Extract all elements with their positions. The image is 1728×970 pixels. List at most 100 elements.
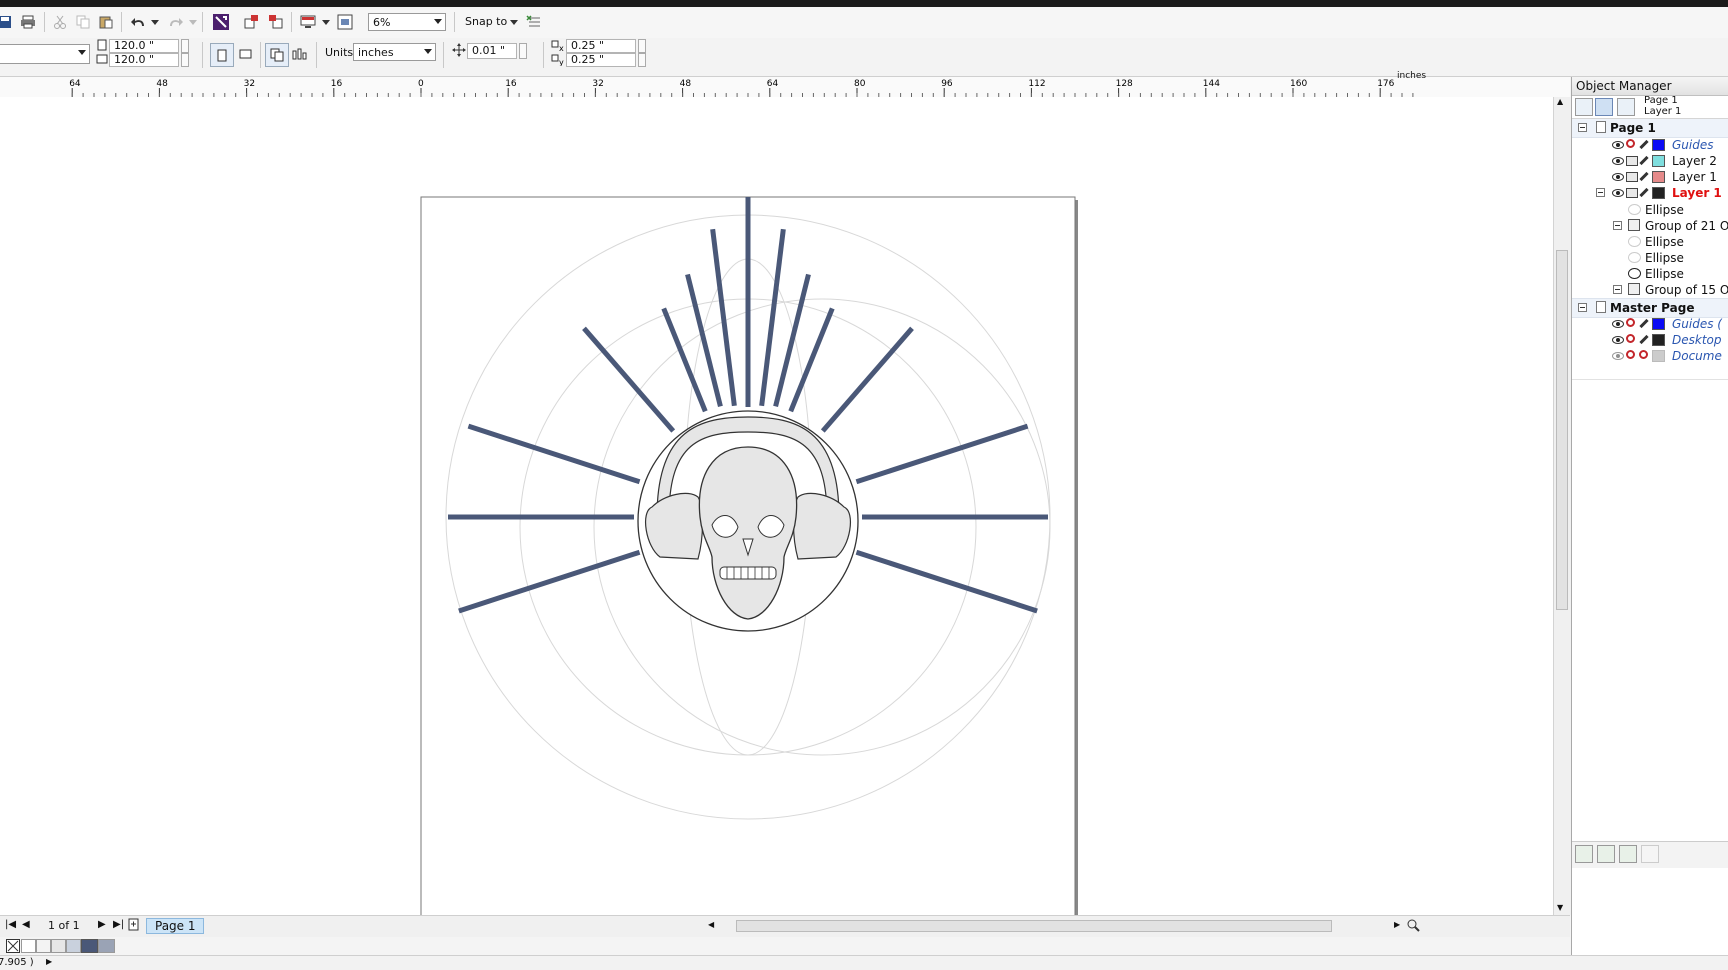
pencil-icon[interactable] bbox=[1639, 171, 1649, 182]
save-icon[interactable] bbox=[0, 11, 16, 33]
layer-color-swatch[interactable] bbox=[1652, 350, 1665, 362]
eye-icon[interactable] bbox=[1612, 336, 1624, 344]
all-pages-icon[interactable] bbox=[265, 43, 289, 67]
layer-color-swatch[interactable] bbox=[1652, 334, 1665, 346]
zoom-navigator-icon[interactable] bbox=[1406, 918, 1420, 935]
launcher-dropdown-icon[interactable] bbox=[322, 19, 330, 27]
eye-icon[interactable] bbox=[1612, 141, 1624, 149]
color-swatch-blue-gray[interactable] bbox=[66, 939, 81, 953]
layer-color-swatch[interactable] bbox=[1652, 171, 1665, 183]
collapse-toggle-icon[interactable] bbox=[1613, 285, 1622, 294]
collapse-toggle-icon[interactable] bbox=[1578, 303, 1587, 312]
paste-icon[interactable] bbox=[95, 11, 117, 33]
color-swatch-gray[interactable] bbox=[51, 939, 66, 953]
printer-icon[interactable] bbox=[1626, 156, 1638, 166]
redo-dropdown-icon[interactable] bbox=[189, 19, 197, 27]
hidden-eye-icon[interactable] bbox=[1612, 352, 1624, 360]
tree-object-group-15[interactable]: Group of 15 O bbox=[1572, 281, 1728, 299]
scroll-right-icon[interactable]: ▶ bbox=[1394, 920, 1400, 929]
undo-icon[interactable] bbox=[128, 11, 150, 33]
scroll-up-icon[interactable]: ▲ bbox=[1557, 97, 1563, 106]
collapse-toggle-icon[interactable] bbox=[1596, 188, 1605, 197]
current-page-icon[interactable] bbox=[289, 43, 311, 65]
collapse-toggle-icon[interactable] bbox=[1613, 221, 1622, 230]
no-color-swatch[interactable] bbox=[6, 939, 20, 953]
first-page-icon[interactable]: |◀ bbox=[5, 919, 16, 930]
export-icon[interactable] bbox=[265, 11, 287, 33]
print-icon[interactable] bbox=[17, 11, 39, 33]
layer-manager-view-icon[interactable] bbox=[1617, 98, 1635, 116]
vertical-scrollbar[interactable]: ▲ ▼ bbox=[1553, 97, 1571, 915]
copy-icon[interactable] bbox=[72, 11, 94, 33]
scroll-left-icon[interactable]: ◀ bbox=[708, 920, 714, 929]
no-print-icon[interactable] bbox=[1626, 334, 1635, 343]
undo-dropdown-icon[interactable] bbox=[151, 19, 159, 27]
page-height-field[interactable]: 120.0 " bbox=[109, 53, 179, 67]
horizontal-ruler[interactable]: 64 48 32 16 0 16 32 48 64 80 96 112 128 144 160 176 inc… bbox=[0, 71, 1570, 98]
layer-color-swatch[interactable] bbox=[1652, 155, 1665, 167]
pencil-icon[interactable] bbox=[1639, 318, 1649, 329]
welcome-screen-icon[interactable] bbox=[334, 11, 356, 33]
color-swatch-white[interactable] bbox=[21, 939, 36, 953]
eye-icon[interactable] bbox=[1612, 173, 1624, 181]
landscape-icon[interactable] bbox=[234, 43, 256, 65]
edit-across-layers-icon[interactable] bbox=[1595, 98, 1613, 116]
drawing-canvas[interactable] bbox=[0, 97, 1555, 915]
color-swatch-navy[interactable] bbox=[81, 939, 98, 953]
no-print-icon[interactable] bbox=[1626, 318, 1635, 327]
pencil-icon[interactable] bbox=[1639, 139, 1649, 150]
add-page-icon[interactable] bbox=[128, 918, 139, 934]
new-layer-icon[interactable] bbox=[1575, 845, 1593, 863]
page-width-spinner[interactable] bbox=[181, 39, 189, 53]
printer-icon[interactable] bbox=[1626, 172, 1638, 182]
collapse-toggle-icon[interactable] bbox=[1578, 123, 1587, 132]
page-width-field[interactable]: 120.0 " bbox=[109, 39, 179, 53]
no-print-icon[interactable] bbox=[1626, 350, 1635, 359]
search-content-icon[interactable] bbox=[210, 11, 232, 33]
options-icon[interactable] bbox=[523, 11, 545, 33]
eye-icon[interactable] bbox=[1612, 157, 1624, 165]
layer-color-swatch[interactable] bbox=[1652, 318, 1665, 330]
layer-color-swatch[interactable] bbox=[1652, 139, 1665, 151]
previous-page-icon[interactable]: ◀ bbox=[22, 919, 30, 930]
application-launcher-icon[interactable] bbox=[297, 11, 319, 33]
eye-icon[interactable] bbox=[1612, 320, 1624, 328]
new-master-layer-all-icon[interactable] bbox=[1619, 845, 1637, 863]
tab-page-1[interactable]: Page 1 bbox=[146, 918, 204, 934]
color-swatch-light-gray[interactable] bbox=[36, 939, 51, 953]
tree-layer-layer-1-active[interactable]: Layer 1 bbox=[1572, 184, 1728, 202]
horizontal-scroll-thumb[interactable] bbox=[736, 920, 1332, 932]
pencil-icon[interactable] bbox=[1639, 155, 1649, 166]
locked-icon[interactable] bbox=[1639, 350, 1648, 359]
portrait-icon[interactable] bbox=[210, 43, 234, 67]
nudge-distance-spinner[interactable] bbox=[519, 43, 527, 59]
tree-master-layer-document[interactable]: Docume bbox=[1572, 347, 1728, 365]
units-select[interactable]: inches bbox=[353, 43, 436, 61]
duplicate-y-spinner[interactable] bbox=[638, 53, 646, 67]
no-print-icon[interactable] bbox=[1626, 139, 1635, 148]
printer-icon[interactable] bbox=[1626, 188, 1638, 198]
show-object-properties-icon[interactable] bbox=[1575, 98, 1593, 116]
next-page-icon[interactable]: ▶ bbox=[98, 919, 106, 930]
snap-dropdown-icon[interactable] bbox=[510, 19, 518, 27]
nudge-distance-field[interactable]: 0.01 " bbox=[467, 43, 517, 59]
page-height-spinner[interactable] bbox=[181, 53, 189, 67]
new-master-layer-icon[interactable] bbox=[1597, 845, 1615, 863]
scroll-down-icon[interactable]: ▼ bbox=[1557, 903, 1563, 912]
snap-to-label[interactable]: Snap to bbox=[465, 15, 507, 28]
last-page-icon[interactable]: ▶| bbox=[113, 919, 124, 930]
delete-icon[interactable] bbox=[1641, 845, 1659, 863]
vertical-scroll-thumb[interactable] bbox=[1556, 250, 1568, 610]
color-swatch-slate[interactable] bbox=[98, 939, 115, 953]
pencil-icon[interactable] bbox=[1639, 187, 1649, 198]
eye-icon[interactable] bbox=[1612, 189, 1624, 197]
layer-color-swatch[interactable] bbox=[1652, 187, 1665, 199]
pencil-icon[interactable] bbox=[1639, 334, 1649, 345]
duplicate-x-spinner[interactable] bbox=[638, 39, 646, 53]
import-icon[interactable] bbox=[241, 11, 263, 33]
duplicate-y-field[interactable]: 0.25 " bbox=[566, 53, 636, 67]
paper-type-select[interactable] bbox=[0, 44, 90, 64]
redo-icon[interactable] bbox=[164, 11, 186, 33]
zoom-level-select[interactable]: 6% bbox=[368, 13, 446, 31]
cut-icon[interactable] bbox=[49, 11, 71, 33]
